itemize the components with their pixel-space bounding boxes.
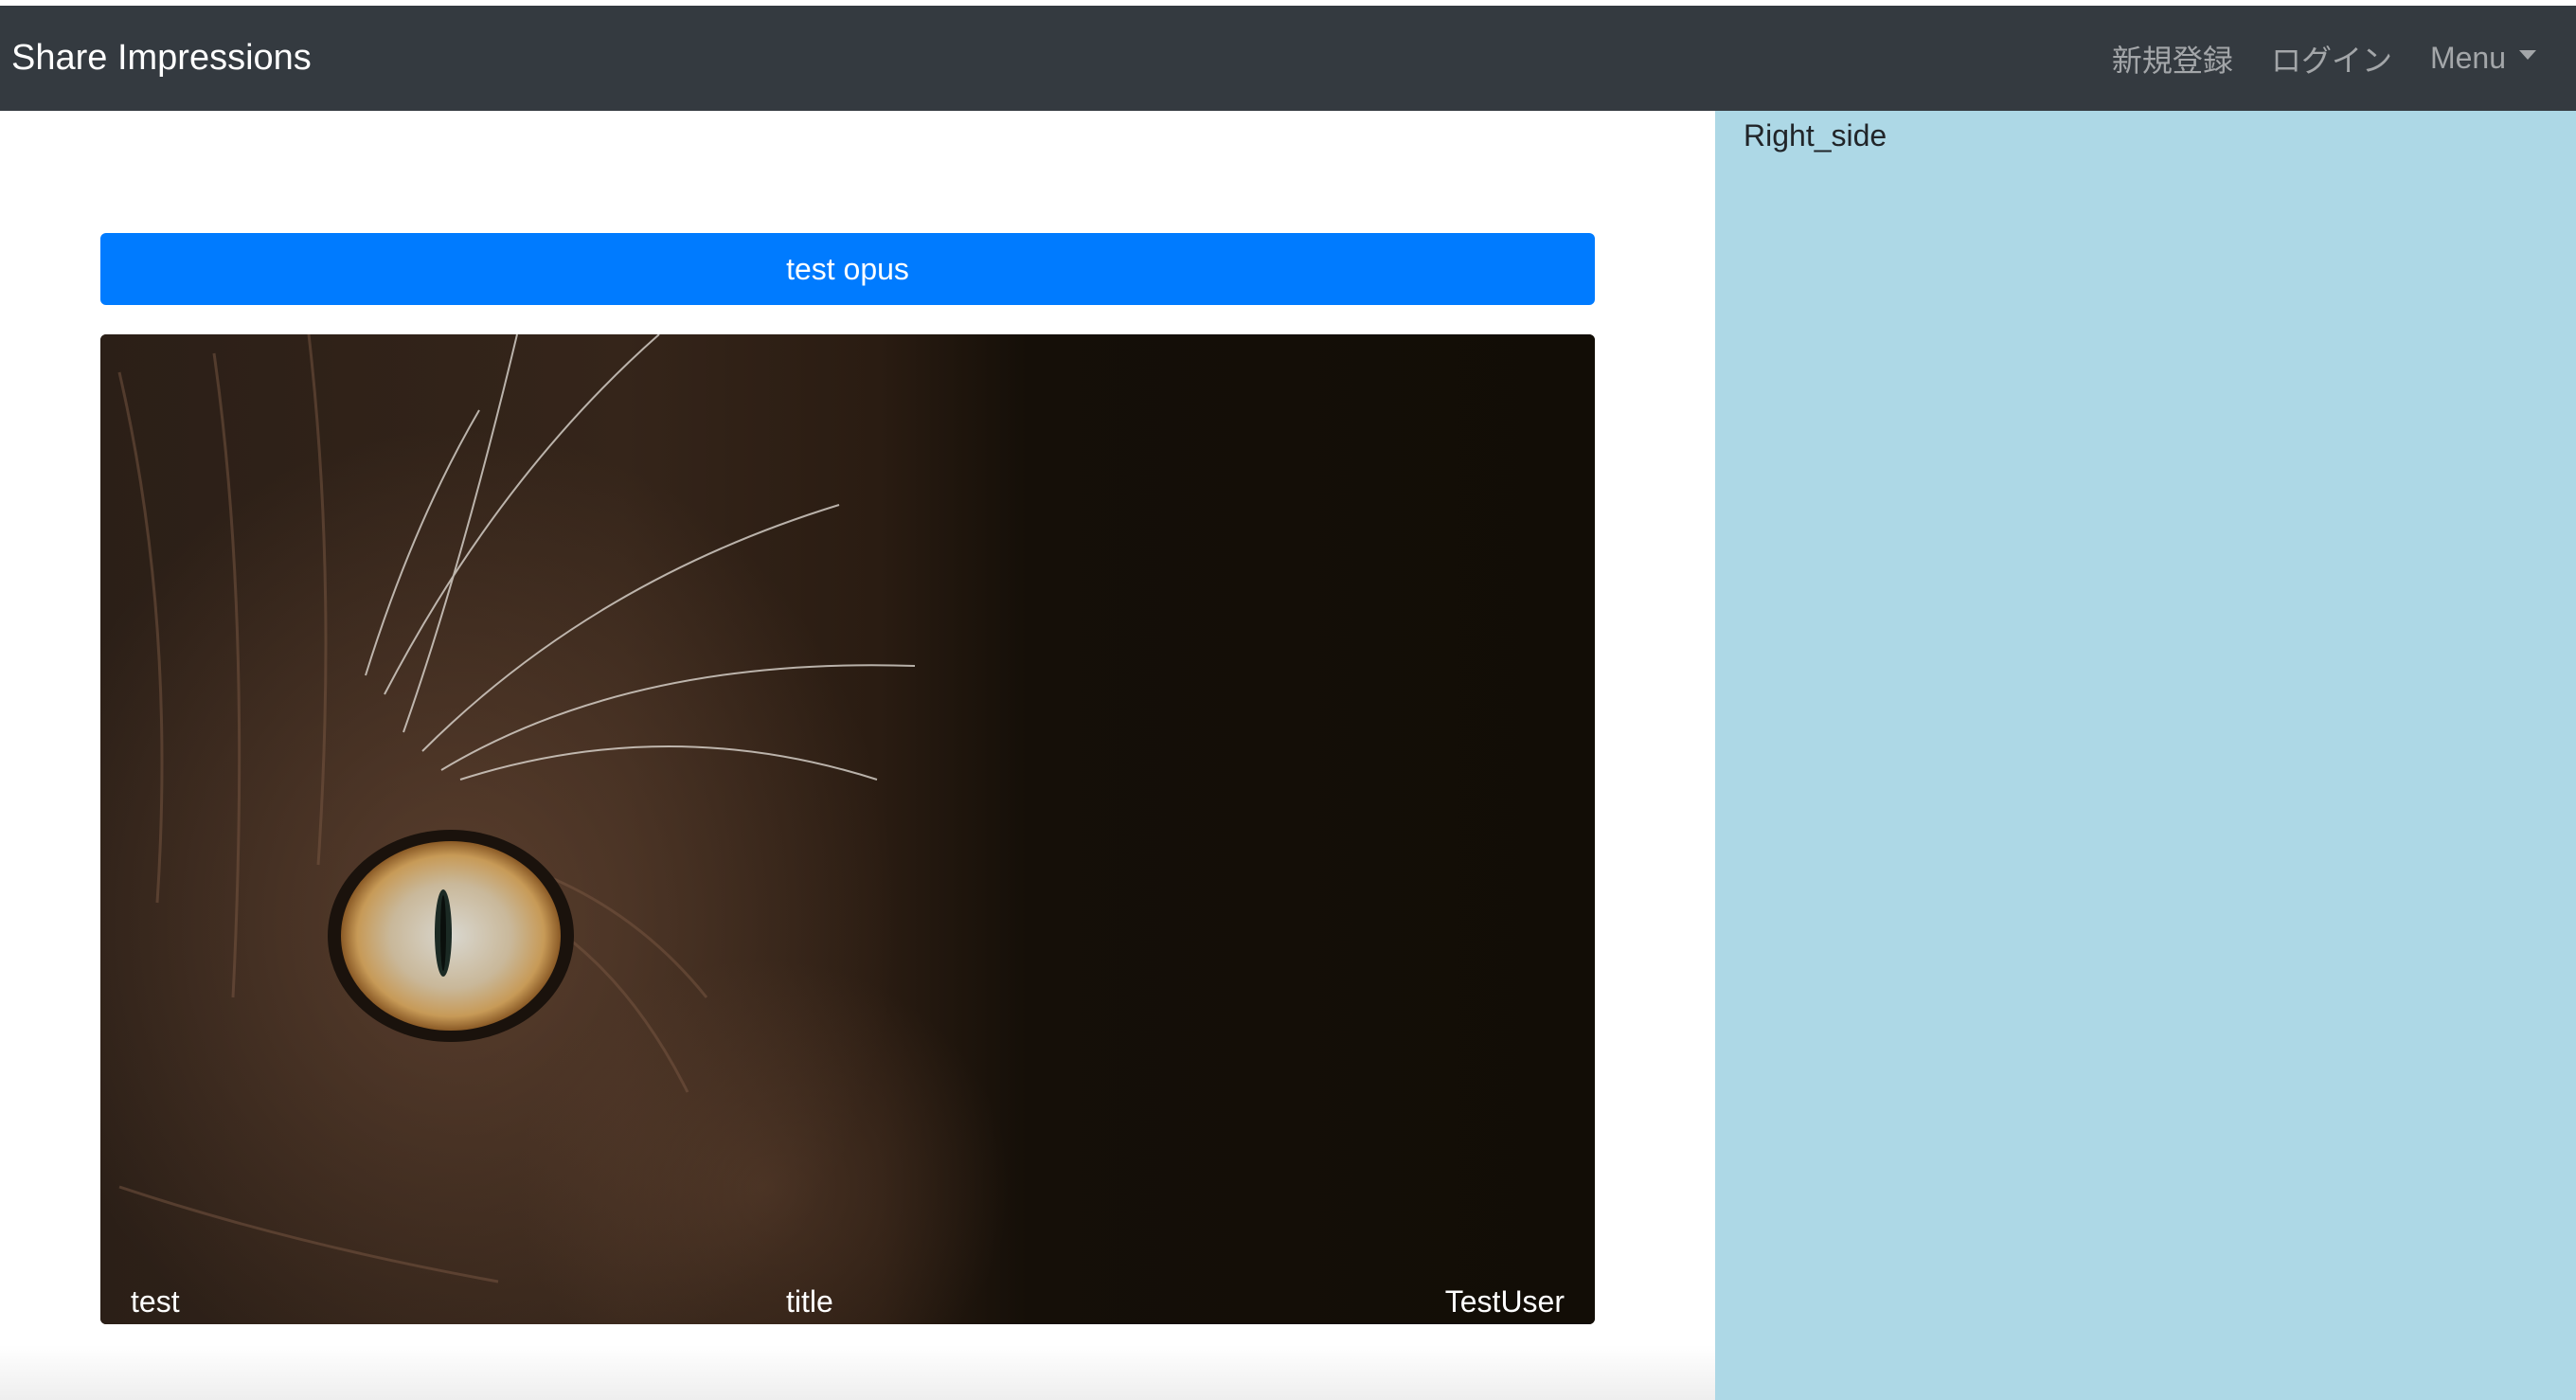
nav-signup-label: 新規登録: [2111, 43, 2233, 78]
card-caption-left: test: [131, 1284, 180, 1319]
opus-card[interactable]: test title TestUser: [100, 334, 1595, 1324]
page: Share Impressions 新規登録 ログイン Menu Right_s…: [0, 0, 2576, 1400]
bottom-shade: [0, 1345, 1715, 1400]
cat-eye-photo: [100, 334, 1595, 1324]
caret-down-icon: [2519, 49, 2536, 60]
nav-menu-label: Menu: [2429, 41, 2506, 75]
navbar: Share Impressions 新規登録 ログイン Menu: [0, 6, 2576, 111]
card-caption-title: title: [786, 1284, 833, 1319]
opus-title-button[interactable]: test opus: [100, 233, 1595, 305]
nav-login-label: ログイン: [2270, 43, 2392, 78]
nav-links: 新規登録 ログイン Menu: [2074, 6, 2536, 111]
nav-login-link[interactable]: ログイン: [2271, 37, 2392, 81]
nav-menu-dropdown[interactable]: Menu: [2430, 41, 2536, 76]
nav-signup-link[interactable]: 新規登録: [2112, 37, 2233, 81]
right-side-panel: Right_side: [1715, 111, 2576, 1400]
brand-link[interactable]: Share Impressions: [11, 6, 312, 111]
right-side-label: Right_side: [1744, 118, 1887, 153]
card-caption-user: TestUser: [1444, 1284, 1565, 1319]
